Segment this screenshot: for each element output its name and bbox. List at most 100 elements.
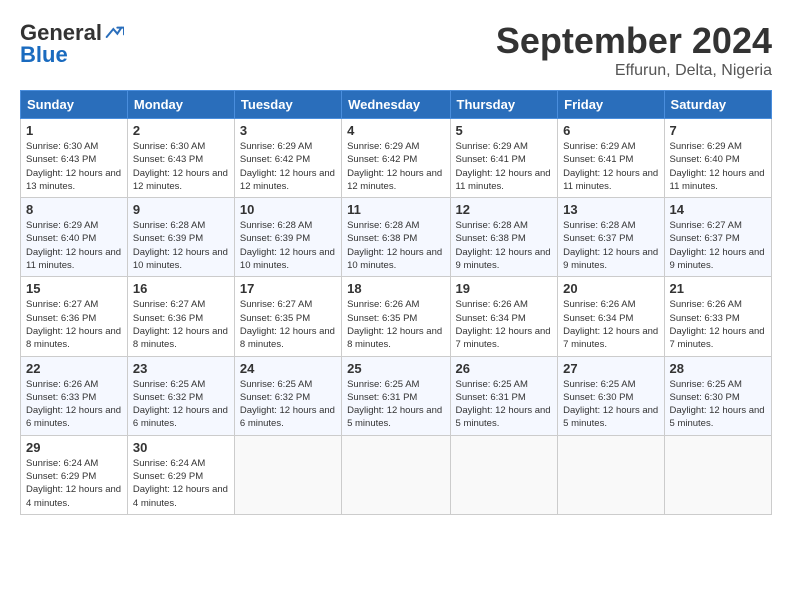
calendar-cell: 21 Sunrise: 6:26 AM Sunset: 6:33 PM Dayl… [664, 277, 771, 356]
day-info: Sunrise: 6:28 AM Sunset: 6:38 PM Dayligh… [347, 219, 444, 272]
day-info: Sunrise: 6:29 AM Sunset: 6:40 PM Dayligh… [670, 140, 766, 193]
calendar-cell: 16 Sunrise: 6:27 AM Sunset: 6:36 PM Dayl… [127, 277, 234, 356]
day-number: 14 [670, 202, 766, 217]
calendar-cell: 5 Sunrise: 6:29 AM Sunset: 6:41 PM Dayli… [450, 119, 558, 198]
calendar-cell [342, 435, 450, 514]
day-info: Sunrise: 6:24 AM Sunset: 6:29 PM Dayligh… [133, 457, 229, 510]
day-info: Sunrise: 6:28 AM Sunset: 6:38 PM Dayligh… [456, 219, 553, 272]
day-number: 11 [347, 202, 444, 217]
day-number: 4 [347, 123, 444, 138]
day-number: 2 [133, 123, 229, 138]
calendar-table: SundayMondayTuesdayWednesdayThursdayFrid… [20, 90, 772, 515]
calendar-cell: 30 Sunrise: 6:24 AM Sunset: 6:29 PM Dayl… [127, 435, 234, 514]
day-info: Sunrise: 6:24 AM Sunset: 6:29 PM Dayligh… [26, 457, 122, 510]
day-info: Sunrise: 6:29 AM Sunset: 6:41 PM Dayligh… [456, 140, 553, 193]
calendar-cell: 17 Sunrise: 6:27 AM Sunset: 6:35 PM Dayl… [234, 277, 341, 356]
day-number: 19 [456, 281, 553, 296]
calendar-cell: 27 Sunrise: 6:25 AM Sunset: 6:30 PM Dayl… [558, 356, 664, 435]
month-title: September 2024 [496, 20, 772, 62]
day-number: 5 [456, 123, 553, 138]
day-number: 17 [240, 281, 336, 296]
day-info: Sunrise: 6:27 AM Sunset: 6:36 PM Dayligh… [133, 298, 229, 351]
day-number: 26 [456, 361, 553, 376]
calendar-body: 1 Sunrise: 6:30 AM Sunset: 6:43 PM Dayli… [21, 119, 772, 515]
day-info: Sunrise: 6:28 AM Sunset: 6:37 PM Dayligh… [563, 219, 658, 272]
day-number: 7 [670, 123, 766, 138]
calendar-week-row: 22 Sunrise: 6:26 AM Sunset: 6:33 PM Dayl… [21, 356, 772, 435]
day-info: Sunrise: 6:25 AM Sunset: 6:32 PM Dayligh… [133, 378, 229, 431]
calendar-cell [234, 435, 341, 514]
calendar-cell: 1 Sunrise: 6:30 AM Sunset: 6:43 PM Dayli… [21, 119, 128, 198]
calendar-cell [558, 435, 664, 514]
day-info: Sunrise: 6:25 AM Sunset: 6:31 PM Dayligh… [347, 378, 444, 431]
day-number: 1 [26, 123, 122, 138]
day-info: Sunrise: 6:26 AM Sunset: 6:35 PM Dayligh… [347, 298, 444, 351]
day-number: 3 [240, 123, 336, 138]
day-info: Sunrise: 6:26 AM Sunset: 6:33 PM Dayligh… [670, 298, 766, 351]
day-number: 20 [563, 281, 658, 296]
day-info: Sunrise: 6:29 AM Sunset: 6:42 PM Dayligh… [240, 140, 336, 193]
day-number: 30 [133, 440, 229, 455]
day-number: 8 [26, 202, 122, 217]
day-number: 22 [26, 361, 122, 376]
logo: General Blue [20, 20, 124, 68]
calendar-cell: 24 Sunrise: 6:25 AM Sunset: 6:32 PM Dayl… [234, 356, 341, 435]
day-info: Sunrise: 6:28 AM Sunset: 6:39 PM Dayligh… [133, 219, 229, 272]
day-number: 15 [26, 281, 122, 296]
calendar-cell: 12 Sunrise: 6:28 AM Sunset: 6:38 PM Dayl… [450, 198, 558, 277]
calendar-cell [664, 435, 771, 514]
calendar-cell: 28 Sunrise: 6:25 AM Sunset: 6:30 PM Dayl… [664, 356, 771, 435]
day-info: Sunrise: 6:30 AM Sunset: 6:43 PM Dayligh… [26, 140, 122, 193]
day-number: 28 [670, 361, 766, 376]
calendar-cell: 11 Sunrise: 6:28 AM Sunset: 6:38 PM Dayl… [342, 198, 450, 277]
day-info: Sunrise: 6:29 AM Sunset: 6:41 PM Dayligh… [563, 140, 658, 193]
day-info: Sunrise: 6:25 AM Sunset: 6:32 PM Dayligh… [240, 378, 336, 431]
calendar-cell: 22 Sunrise: 6:26 AM Sunset: 6:33 PM Dayl… [21, 356, 128, 435]
calendar-week-row: 15 Sunrise: 6:27 AM Sunset: 6:36 PM Dayl… [21, 277, 772, 356]
calendar-cell: 9 Sunrise: 6:28 AM Sunset: 6:39 PM Dayli… [127, 198, 234, 277]
calendar-cell: 10 Sunrise: 6:28 AM Sunset: 6:39 PM Dayl… [234, 198, 341, 277]
day-info: Sunrise: 6:27 AM Sunset: 6:36 PM Dayligh… [26, 298, 122, 351]
location-subtitle: Effurun, Delta, Nigeria [496, 62, 772, 80]
day-number: 10 [240, 202, 336, 217]
calendar-cell: 6 Sunrise: 6:29 AM Sunset: 6:41 PM Dayli… [558, 119, 664, 198]
calendar-cell: 23 Sunrise: 6:25 AM Sunset: 6:32 PM Dayl… [127, 356, 234, 435]
day-info: Sunrise: 6:29 AM Sunset: 6:42 PM Dayligh… [347, 140, 444, 193]
day-number: 25 [347, 361, 444, 376]
day-info: Sunrise: 6:25 AM Sunset: 6:31 PM Dayligh… [456, 378, 553, 431]
day-number: 21 [670, 281, 766, 296]
page-header: General Blue September 2024 Effurun, Del… [20, 20, 772, 80]
calendar-cell: 7 Sunrise: 6:29 AM Sunset: 6:40 PM Dayli… [664, 119, 771, 198]
calendar-cell [450, 435, 558, 514]
day-number: 24 [240, 361, 336, 376]
calendar-week-row: 8 Sunrise: 6:29 AM Sunset: 6:40 PM Dayli… [21, 198, 772, 277]
day-info: Sunrise: 6:29 AM Sunset: 6:40 PM Dayligh… [26, 219, 122, 272]
calendar-cell: 8 Sunrise: 6:29 AM Sunset: 6:40 PM Dayli… [21, 198, 128, 277]
day-number: 9 [133, 202, 229, 217]
day-info: Sunrise: 6:26 AM Sunset: 6:33 PM Dayligh… [26, 378, 122, 431]
calendar-cell: 3 Sunrise: 6:29 AM Sunset: 6:42 PM Dayli… [234, 119, 341, 198]
calendar-day-header: Monday [127, 91, 234, 119]
calendar-day-header: Sunday [21, 91, 128, 119]
calendar-cell: 19 Sunrise: 6:26 AM Sunset: 6:34 PM Dayl… [450, 277, 558, 356]
calendar-cell: 25 Sunrise: 6:25 AM Sunset: 6:31 PM Dayl… [342, 356, 450, 435]
day-number: 6 [563, 123, 658, 138]
calendar-day-header: Thursday [450, 91, 558, 119]
calendar-cell: 2 Sunrise: 6:30 AM Sunset: 6:43 PM Dayli… [127, 119, 234, 198]
day-info: Sunrise: 6:27 AM Sunset: 6:37 PM Dayligh… [670, 219, 766, 272]
day-number: 27 [563, 361, 658, 376]
calendar-header-row: SundayMondayTuesdayWednesdayThursdayFrid… [21, 91, 772, 119]
calendar-cell: 20 Sunrise: 6:26 AM Sunset: 6:34 PM Dayl… [558, 277, 664, 356]
calendar-week-row: 29 Sunrise: 6:24 AM Sunset: 6:29 PM Dayl… [21, 435, 772, 514]
calendar-cell: 29 Sunrise: 6:24 AM Sunset: 6:29 PM Dayl… [21, 435, 128, 514]
day-info: Sunrise: 6:25 AM Sunset: 6:30 PM Dayligh… [563, 378, 658, 431]
logo-icon [104, 23, 124, 43]
day-number: 29 [26, 440, 122, 455]
calendar-cell: 26 Sunrise: 6:25 AM Sunset: 6:31 PM Dayl… [450, 356, 558, 435]
day-number: 18 [347, 281, 444, 296]
day-number: 12 [456, 202, 553, 217]
calendar-day-header: Wednesday [342, 91, 450, 119]
day-number: 13 [563, 202, 658, 217]
day-info: Sunrise: 6:26 AM Sunset: 6:34 PM Dayligh… [456, 298, 553, 351]
day-number: 23 [133, 361, 229, 376]
